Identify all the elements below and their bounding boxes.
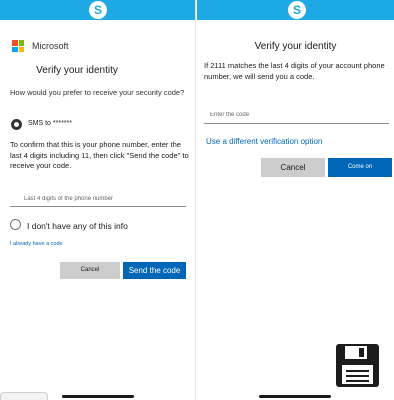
floppy-disk-save-icon[interactable] [335,343,380,388]
cancel-button[interactable]: Cancel [60,262,120,279]
send-code-button[interactable]: Send the code [123,262,186,279]
top-status-bar: S [0,0,195,20]
last-4-digits-input[interactable] [10,191,186,207]
home-indicator[interactable] [259,395,331,398]
top-status-bar: S [197,0,394,20]
skype-icon: S [288,1,306,19]
sms-option-label[interactable]: SMS to ******* [28,120,72,127]
prompt-text: How would you prefer to receive your sec… [10,88,185,97]
no-info-option-radio[interactable] [10,219,21,230]
no-info-option-label[interactable]: I don't have any of this info [27,221,128,231]
microsoft-logo-icon [12,40,24,52]
sms-option-radio[interactable] [11,119,22,130]
cancel-button[interactable]: Cancel [261,158,325,177]
keyboard-tab[interactable] [0,392,48,400]
code-input[interactable] [204,106,389,124]
page-title: Verify your identity [36,65,118,76]
confirm-button[interactable]: Come on [328,158,392,177]
brand-name: Microsoft [32,41,69,51]
page-title: Verify your identity [254,41,337,52]
verification-description: If 2111 matches the last 4 digits of you… [204,61,385,81]
home-indicator[interactable] [62,395,134,398]
confirm-instructions: To confirm that this is your phone numbe… [10,140,189,170]
already-have-code-link[interactable]: I already have a code [10,241,63,247]
different-verification-link[interactable]: Use a different verification option [206,137,322,146]
right-phone-screen: S Verify your identity If 2111 matches t… [197,0,394,400]
skype-icon: S [89,1,107,19]
left-phone-screen: S Microsoft Verify your identity How wou… [0,0,196,400]
